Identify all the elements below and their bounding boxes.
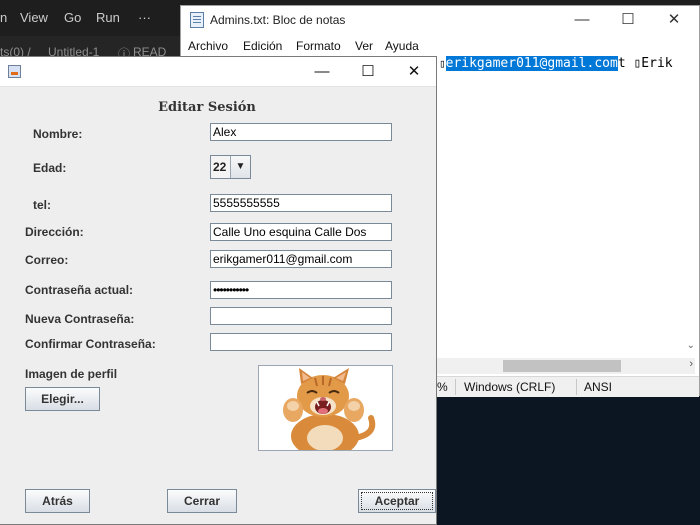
menu-archivo[interactable]: Archivo	[188, 39, 228, 53]
scrollbar-thumb[interactable]	[503, 360, 621, 372]
close-icon[interactable]: ✕	[651, 6, 697, 34]
menu-item-fragment[interactable]: n	[0, 10, 7, 25]
trailing-text: t ▯Erik	[617, 56, 673, 71]
tel-field[interactable]: 5555555555	[210, 194, 392, 212]
edad-label: Edad:	[33, 161, 67, 175]
notepad-statusbar: % Windows (CRLF) ANSI	[437, 376, 699, 397]
menu-ver[interactable]: Ver	[355, 39, 373, 53]
notepad-menubar: Archivo Edición Formato Ver Ayuda	[181, 36, 699, 56]
close-icon[interactable]: ✕	[391, 57, 437, 86]
maximize-icon[interactable]: ☐	[605, 6, 651, 34]
nueva-contrasena-field[interactable]	[210, 307, 392, 325]
menu-more-icon[interactable]: ···	[138, 10, 151, 25]
correo-field[interactable]: erikgamer011@gmail.com	[210, 250, 392, 268]
nombre-label: Nombre:	[33, 127, 83, 141]
status-zoom-fragment: %	[437, 380, 448, 394]
profile-image	[258, 365, 393, 451]
direccion-field[interactable]: Calle Uno esquina Calle Dos	[210, 223, 392, 241]
nueva-contrasena-label: Nueva Contraseña:	[25, 312, 135, 326]
contrasena-actual-label: Contraseña actual:	[25, 283, 134, 297]
maximize-icon[interactable]: ☐	[345, 57, 391, 86]
elegir-button[interactable]: Elegir...	[25, 387, 100, 411]
notepad-titlebar: Admins.txt: Bloc de notas — ☐ ✕	[181, 6, 699, 34]
notepad-app-icon	[190, 12, 204, 28]
status-encoding: ANSI	[584, 380, 613, 394]
editar-sesion-dialog: — ☐ ✕ Editar Sesión Nombre: Alex Edad: 2…	[0, 56, 437, 525]
minimize-icon[interactable]: —	[559, 6, 605, 34]
horizontal-scrollbar[interactable]: ›	[437, 358, 695, 374]
menu-item-view[interactable]: View	[20, 10, 48, 25]
nombre-field[interactable]: Alex	[210, 123, 392, 141]
cat-picture	[259, 366, 392, 450]
vscode-menubar: n View Go Run ···	[0, 0, 190, 36]
confirmar-contrasena-field[interactable]	[210, 333, 392, 351]
minimize-icon[interactable]: —	[299, 57, 345, 86]
menu-edicion[interactable]: Edición	[243, 39, 282, 53]
edad-value: 22	[213, 160, 227, 174]
menu-item-run[interactable]: Run	[96, 10, 120, 25]
direccion-label: Dirección:	[25, 225, 84, 239]
menu-formato[interactable]: Formato	[296, 39, 341, 53]
selected-text: erikgamer011@gmail.com	[445, 56, 618, 71]
notepad-title: Admins.txt: Bloc de notas	[210, 13, 346, 27]
tel-label: tel:	[33, 198, 51, 212]
page-title: Editar Sesión	[158, 100, 256, 115]
menu-item-go[interactable]: Go	[64, 10, 81, 25]
atras-button[interactable]: Atrás	[25, 489, 90, 513]
confirmar-contrasena-label: Confirmar Contraseña:	[25, 337, 156, 351]
edad-combobox[interactable]: 22 ▼	[210, 155, 251, 179]
imagen-perfil-label: Imagen de perfil	[25, 367, 118, 381]
status-line-ending: Windows (CRLF)	[464, 380, 556, 394]
java-app-icon	[8, 65, 21, 78]
dialog-titlebar: — ☐ ✕	[0, 57, 436, 87]
correo-label: Correo:	[25, 253, 69, 267]
contrasena-actual-field[interactable]: •••••••••••	[210, 281, 392, 299]
scroll-right-icon[interactable]: ›	[689, 358, 693, 370]
notepad-text-area[interactable]: ▯erikgamer011@gmail.comt ▯Erik	[439, 56, 673, 71]
scroll-down-icon[interactable]: ⌄	[687, 340, 695, 351]
cerrar-button[interactable]: Cerrar	[167, 489, 237, 513]
menu-ayuda[interactable]: Ayuda	[385, 39, 419, 53]
vscode-panel	[437, 396, 700, 525]
aceptar-button[interactable]: Aceptar	[358, 489, 436, 513]
chevron-down-icon[interactable]: ▼	[230, 156, 250, 178]
